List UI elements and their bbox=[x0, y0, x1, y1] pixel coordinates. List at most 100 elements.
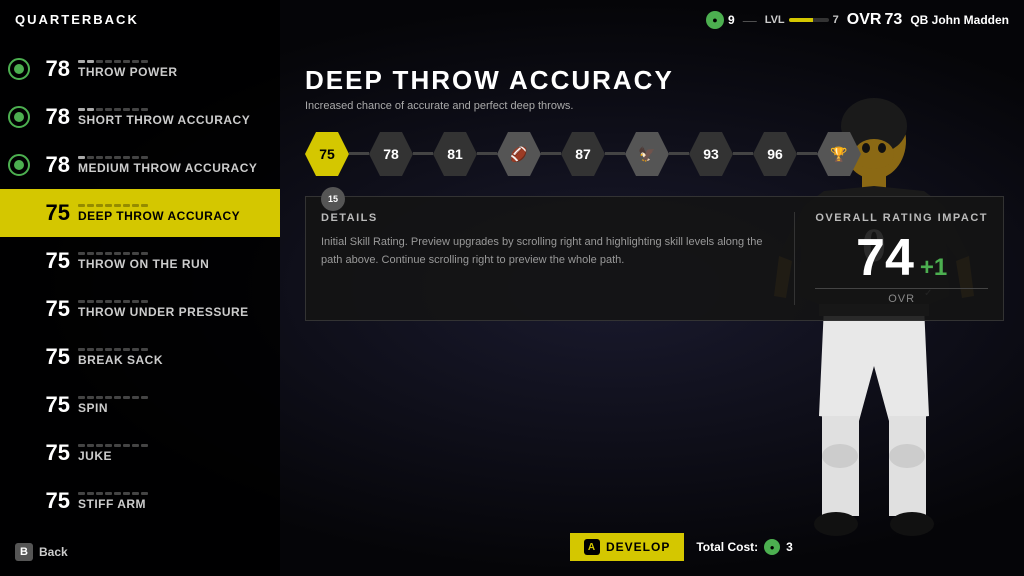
sidebar-title: QUARTERBACK bbox=[15, 12, 139, 27]
path-node-4[interactable]: 87 bbox=[561, 132, 605, 176]
level-value: 7 bbox=[833, 14, 839, 26]
node-hex-6: 93 bbox=[689, 132, 733, 176]
sidebar-item-stiff-arm[interactable]: 75 Stiff Arm bbox=[0, 477, 280, 525]
details-left: DETAILS Initial Skill Rating. Preview up… bbox=[321, 212, 774, 305]
sidebar-item-throw-power[interactable]: 78 Throw Power bbox=[0, 45, 280, 93]
level-bar bbox=[789, 18, 829, 22]
skill-dots-spin bbox=[78, 396, 270, 399]
skill-name-medium-throw: Medium Throw Accuracy bbox=[78, 161, 270, 175]
ovr-number: 74 bbox=[856, 232, 914, 284]
skill-icon-short-throw bbox=[8, 106, 30, 128]
skill-rating-short-throw: 78 bbox=[36, 104, 70, 130]
ovr-impact-header: OVERALL RATING IMPACT bbox=[815, 212, 988, 224]
node-hex-8: 🏆 bbox=[817, 132, 861, 176]
path-node-1[interactable]: 78 bbox=[369, 132, 413, 176]
player-name-display: QB John Madden bbox=[910, 13, 1009, 27]
skill-dots-deep-throw bbox=[78, 204, 270, 207]
position-label: QB bbox=[910, 13, 928, 27]
skill-rating-throw-pressure: 75 bbox=[36, 296, 70, 322]
ovr-label: OVR bbox=[847, 11, 882, 28]
main-content: DEEP THROW ACCURACY Increased chance of … bbox=[285, 0, 1024, 576]
upgrade-path: 75 78 81 🏈 87 🦅 93 96 🏆 bbox=[305, 132, 1004, 176]
skill-name-throw-power: Throw Power bbox=[78, 65, 270, 79]
node-hex-3: 🏈 bbox=[497, 132, 541, 176]
sidebar-item-juke[interactable]: 75 Juke bbox=[0, 429, 280, 477]
skill-rating-stiff-arm: 75 bbox=[36, 488, 70, 514]
path-node-8[interactable]: 🏆 bbox=[817, 132, 861, 176]
path-node-0[interactable]: 75 bbox=[305, 132, 349, 176]
ovr-change: +1 bbox=[920, 254, 947, 282]
skill-dots-stiff-arm bbox=[78, 492, 270, 495]
skill-icon-medium-throw bbox=[8, 154, 30, 176]
skill-dots-medium-throw bbox=[78, 156, 270, 159]
node-hex-4: 87 bbox=[561, 132, 605, 176]
node-hex-0: 75 bbox=[305, 132, 349, 176]
skill-name-break-sack: Break Sack bbox=[78, 353, 270, 367]
path-node-5[interactable]: 🦅 bbox=[625, 132, 669, 176]
sidebar-item-spin[interactable]: 75 Spin bbox=[0, 381, 280, 429]
total-cost-amount: 3 bbox=[786, 540, 793, 554]
back-btn-icon: B bbox=[15, 543, 33, 561]
sidebar-item-medium-throw[interactable]: 78 Medium Throw Accuracy bbox=[0, 141, 280, 189]
node-hex-1: 78 bbox=[369, 132, 413, 176]
skill-rating-throw-on-run: 75 bbox=[36, 248, 70, 274]
sidebar-item-throw-on-run[interactable]: 75 Throw On The Run bbox=[0, 237, 280, 285]
level-display: LVL 7 bbox=[765, 14, 839, 26]
skill-name-juke: Juke bbox=[78, 449, 270, 463]
skill-main-title: DEEP THROW ACCURACY bbox=[305, 65, 1004, 96]
path-connector-2 bbox=[477, 152, 497, 155]
cost-currency-icon: ● bbox=[764, 539, 780, 555]
skill-name-deep-throw: Deep Throw Accuracy bbox=[78, 209, 270, 223]
ovr-value: 73 bbox=[885, 11, 903, 28]
skill-name-stiff-arm: Stiff Arm bbox=[78, 497, 270, 511]
develop-btn-icon: A bbox=[584, 539, 600, 555]
develop-button[interactable]: A Develop bbox=[570, 533, 684, 561]
back-button[interactable]: B Back bbox=[15, 543, 68, 561]
current-level-badge: 15 bbox=[321, 187, 345, 211]
skill-dots-throw-on-run bbox=[78, 252, 270, 255]
path-connector-7 bbox=[797, 152, 817, 155]
ovr-sublabel: OVR bbox=[815, 288, 988, 305]
skill-dots-short-throw bbox=[78, 108, 270, 111]
develop-label: Develop bbox=[606, 540, 670, 554]
path-node-7[interactable]: 96 bbox=[753, 132, 797, 176]
path-node-3[interactable]: 🏈 bbox=[497, 132, 541, 176]
details-panel: 15 DETAILS Initial Skill Rating. Preview… bbox=[305, 196, 1004, 321]
sidebar-item-throw-pressure[interactable]: 75 Throw Under Pressure bbox=[0, 285, 280, 333]
skill-description: Increased chance of accurate and perfect… bbox=[305, 100, 1004, 112]
skill-name-short-throw: Short Throw Accuracy bbox=[78, 113, 270, 127]
skill-name-throw-on-run: Throw On The Run bbox=[78, 257, 270, 271]
details-header: DETAILS bbox=[321, 212, 774, 224]
details-right: OVERALL RATING IMPACT 74 +1 OVR bbox=[794, 212, 988, 305]
total-cost-label: Total Cost: bbox=[696, 540, 758, 554]
skill-dots-throw-pressure bbox=[78, 300, 270, 303]
skill-name-throw-pressure: Throw Under Pressure bbox=[78, 305, 270, 319]
skill-icon-throw-power bbox=[8, 58, 30, 80]
path-node-6[interactable]: 93 bbox=[689, 132, 733, 176]
bottom-bar: A Develop Total Cost: ● 3 bbox=[570, 533, 793, 561]
node-hex-7: 96 bbox=[753, 132, 797, 176]
skill-rating-medium-throw: 78 bbox=[36, 152, 70, 178]
skill-dots-throw-power bbox=[78, 60, 270, 63]
currency-icon: ● bbox=[706, 11, 724, 29]
path-connector-1 bbox=[413, 152, 433, 155]
node-hex-2: 81 bbox=[433, 132, 477, 176]
header-divider-1: — bbox=[743, 12, 757, 28]
sidebar-item-break-sack[interactable]: 75 Break Sack bbox=[0, 333, 280, 381]
sidebar-item-short-throw[interactable]: 78 Short Throw Accuracy bbox=[0, 93, 280, 141]
skill-rating-deep-throw: 75 bbox=[36, 200, 70, 226]
player-name: John Madden bbox=[932, 13, 1009, 27]
skill-rating-juke: 75 bbox=[36, 440, 70, 466]
level-bar-fill bbox=[789, 18, 813, 22]
details-text: Initial Skill Rating. Preview upgrades b… bbox=[321, 234, 774, 269]
currency-display: ● 9 bbox=[706, 11, 735, 29]
path-connector-3 bbox=[541, 152, 561, 155]
path-connector-4 bbox=[605, 152, 625, 155]
currency-amount: 9 bbox=[728, 13, 735, 27]
path-connector-5 bbox=[669, 152, 689, 155]
ovr-display: OVR 73 bbox=[847, 11, 903, 29]
path-connector-0 bbox=[349, 152, 369, 155]
path-node-2[interactable]: 81 bbox=[433, 132, 477, 176]
sidebar-item-deep-throw[interactable]: 75 Deep Throw Accuracy bbox=[0, 189, 280, 237]
node-hex-5: 🦅 bbox=[625, 132, 669, 176]
